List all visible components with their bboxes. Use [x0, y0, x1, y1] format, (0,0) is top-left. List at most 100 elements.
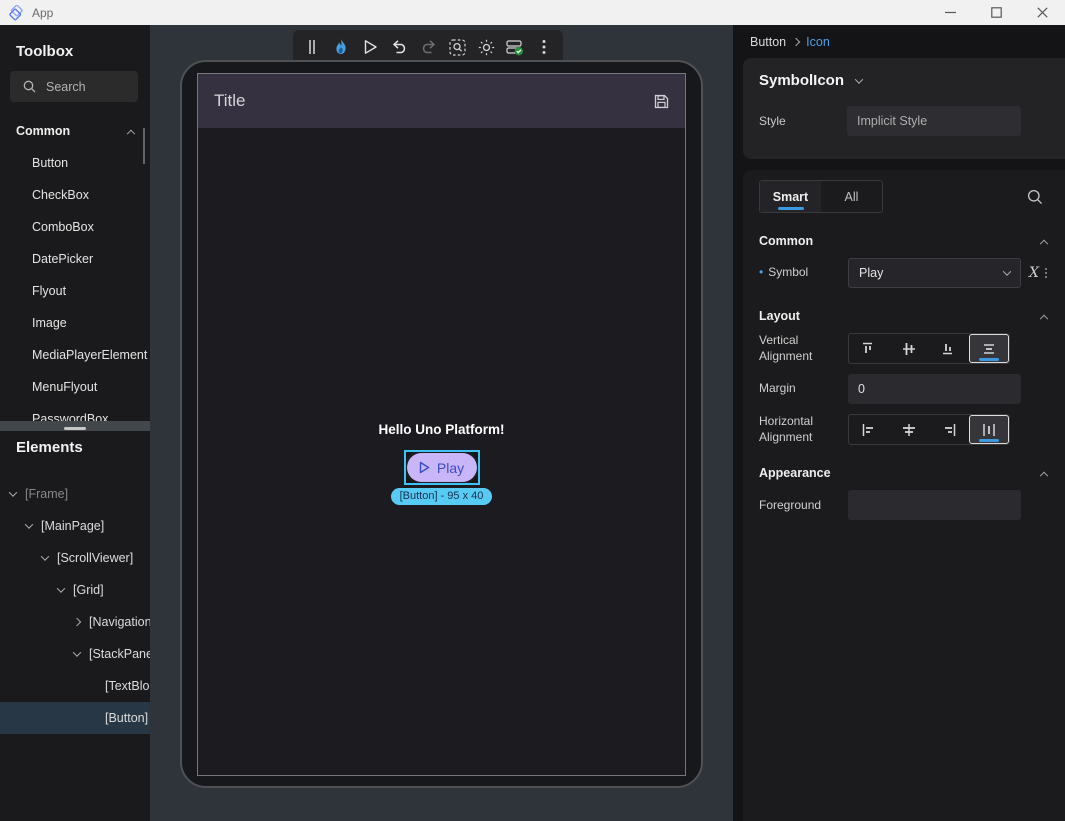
tree-item[interactable]: [ScrollViewer]	[0, 542, 150, 574]
navbar-title: Title	[214, 91, 246, 111]
panel-splitter[interactable]	[0, 421, 150, 431]
tree-item-label: [ScrollViewer]	[57, 551, 133, 565]
chevron-down-icon[interactable]	[73, 648, 81, 656]
selected-underline	[979, 439, 999, 442]
margin-label: Margin	[759, 381, 848, 397]
play-button[interactable]: Play	[407, 453, 477, 482]
chevron-up-icon	[1040, 472, 1048, 480]
app-content[interactable]: Hello Uno Platform! Play [But	[198, 128, 685, 775]
chevron-down-icon[interactable]	[9, 488, 17, 496]
play-button-label: Play	[437, 460, 464, 476]
valign-stretch-button[interactable]	[969, 334, 1009, 363]
drag-handle-icon[interactable]	[303, 38, 321, 56]
breadcrumb-button[interactable]: Button	[750, 35, 786, 49]
tree-item-label: [NavigationE	[89, 615, 150, 629]
margin-input[interactable]: 0	[848, 374, 1021, 404]
window-titlebar: App	[0, 0, 1065, 25]
tree-item[interactable]: [Button]	[0, 702, 150, 734]
toolbox-item[interactable]: ComboBox	[0, 211, 150, 243]
toolbox-item[interactable]: DatePicker	[0, 243, 150, 275]
maximize-button[interactable]	[973, 0, 1019, 25]
tree-item-label: [Frame]	[25, 487, 68, 501]
style-input[interactable]: Implicit Style	[847, 106, 1021, 136]
tree-item-label: [MainPage]	[41, 519, 104, 533]
vertical-alignment-label: Vertical Alignment	[759, 333, 848, 364]
toolbox-item[interactable]: Image	[0, 307, 150, 339]
chevron-up-icon	[1040, 240, 1048, 248]
toolbox-item[interactable]: PasswordBox	[0, 403, 150, 421]
property-inspector: Button Icon SymbolIcon Style Implicit St…	[733, 25, 1065, 821]
section-common[interactable]: Common	[759, 234, 1049, 248]
chevron-down-icon[interactable]	[41, 552, 49, 560]
splitter-handle-icon	[64, 427, 86, 430]
toolbox-item[interactable]: CheckBox	[0, 179, 150, 211]
close-button[interactable]	[1019, 0, 1065, 25]
section-layout[interactable]: Layout	[759, 309, 1049, 323]
play-triangle-icon	[419, 461, 430, 474]
tree-item[interactable]: [StackPanel]	[0, 638, 150, 670]
valign-top-button[interactable]	[849, 334, 889, 363]
properties-search-icon[interactable]	[1027, 189, 1043, 205]
vertical-alignment-group	[848, 333, 1010, 364]
app-logo-icon	[8, 5, 24, 21]
chevron-right-icon[interactable]	[73, 618, 81, 626]
selection-outline[interactable]: Play	[404, 450, 480, 485]
style-label: Style	[759, 114, 847, 128]
element-tree: [Frame] [MainPage] [ScrollViewer] [Grid] [Na…	[0, 478, 150, 734]
binding-x-icon[interactable]: X	[1029, 265, 1039, 281]
tree-item[interactable]: [TextBlock]	[0, 670, 150, 702]
toolbox-item[interactable]: MenuFlyout	[0, 371, 150, 403]
breadcrumb-icon[interactable]: Icon	[806, 35, 830, 49]
symbol-label: •Symbol	[759, 265, 848, 281]
margin-row: Margin 0	[759, 374, 1049, 404]
feature-flags-check-icon[interactable]	[506, 38, 524, 56]
tab-all[interactable]: All	[821, 181, 882, 212]
tree-item[interactable]: [NavigationE	[0, 606, 150, 638]
chevron-down-icon[interactable]	[57, 584, 65, 592]
chevron-down-icon[interactable]	[25, 520, 33, 528]
tree-item[interactable]: [MainPage]	[0, 510, 150, 542]
device-screen[interactable]: Title Hello Uno Platform!	[197, 73, 686, 776]
horizontal-alignment-row: Horizontal Alignment	[759, 414, 1049, 445]
save-icon[interactable]	[654, 94, 669, 109]
app-navbar[interactable]: Title	[198, 74, 685, 128]
toolbox-group-common[interactable]: Common	[16, 121, 134, 141]
halign-right-button[interactable]	[929, 415, 969, 444]
undo-icon[interactable]	[390, 38, 408, 56]
inspect-element-icon[interactable]	[448, 38, 466, 56]
tree-item-label: [Grid]	[73, 583, 104, 597]
tree-item[interactable]: [Frame]	[0, 478, 150, 510]
play-icon[interactable]	[361, 38, 379, 56]
chevron-up-icon	[1040, 315, 1048, 323]
toolbox-item[interactable]: MediaPlayerElement	[0, 339, 150, 371]
section-appearance[interactable]: Appearance	[759, 466, 1049, 480]
foreground-input[interactable]	[848, 490, 1021, 520]
chevron-down-icon[interactable]	[855, 75, 863, 83]
design-toolbar	[293, 30, 563, 64]
toolbox-item[interactable]: Flyout	[0, 275, 150, 307]
app-title: App	[32, 6, 53, 20]
halign-center-button[interactable]	[889, 415, 929, 444]
required-dot-icon: •	[759, 265, 763, 279]
symbol-dropdown[interactable]: Play	[848, 258, 1021, 288]
property-kebab-icon[interactable]	[1045, 268, 1047, 278]
design-canvas[interactable]: Title Hello Uno Platform!	[150, 25, 733, 821]
minimize-button[interactable]	[927, 0, 973, 25]
toolbox-item[interactable]: Button	[0, 147, 150, 179]
valign-center-button[interactable]	[889, 334, 929, 363]
theme-toggle-sun-icon[interactable]	[477, 38, 495, 56]
tab-smart[interactable]: Smart	[760, 181, 821, 212]
toolbox-title: Toolbox	[16, 43, 73, 60]
halign-left-button[interactable]	[849, 415, 889, 444]
redo-icon[interactable]	[419, 38, 437, 56]
properties-card: Smart All Common •Symbol Play	[743, 170, 1065, 821]
hot-reload-flame-icon[interactable]	[332, 38, 350, 56]
horizontal-alignment-label: Horizontal Alignment	[759, 414, 848, 445]
valign-bottom-button[interactable]	[929, 334, 969, 363]
halign-stretch-button[interactable]	[969, 415, 1009, 444]
toolbox-search-input[interactable]: Search	[10, 71, 138, 102]
more-options-kebab-icon[interactable]	[535, 38, 553, 56]
chevron-down-icon	[1003, 267, 1011, 275]
tree-item[interactable]: [Grid]	[0, 574, 150, 606]
active-tab-underline	[778, 207, 804, 210]
